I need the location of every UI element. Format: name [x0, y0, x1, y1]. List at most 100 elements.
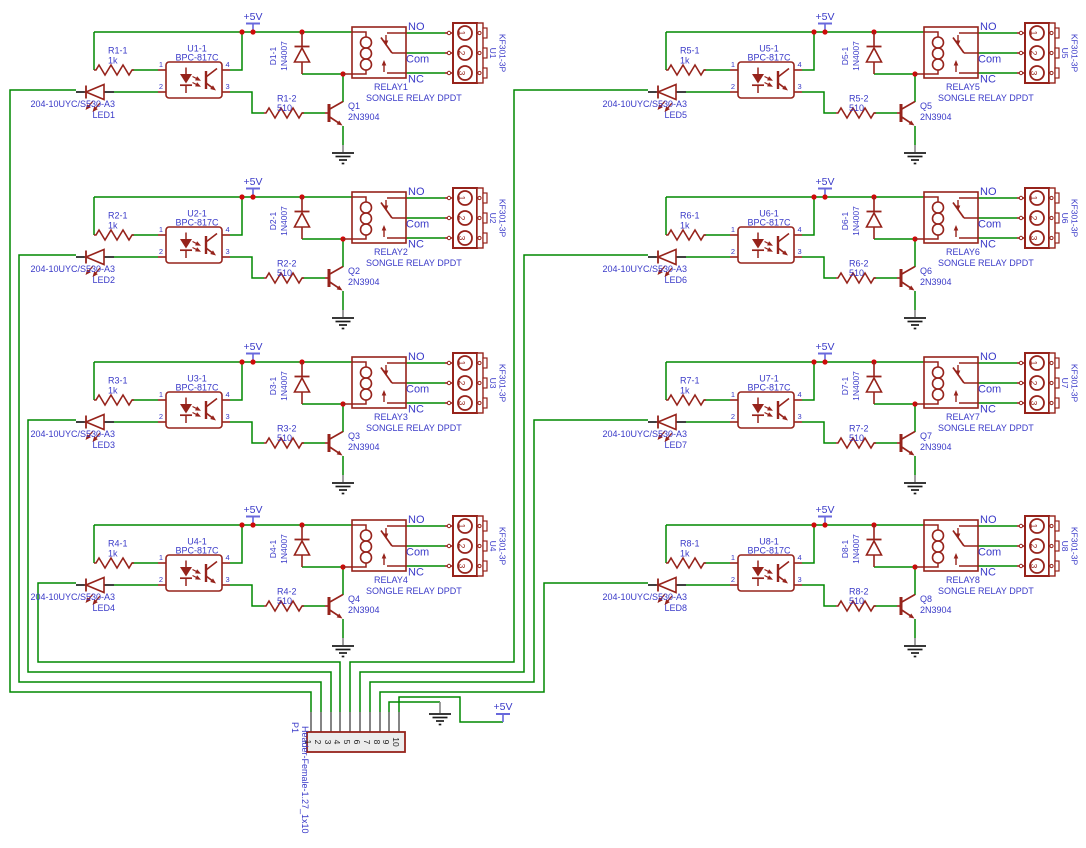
relay[interactable]: RELAY6SONGLE RELAY DPDT — [915, 192, 1034, 268]
ground-wire[interactable] — [389, 702, 440, 712]
npn-transistor[interactable]: Q82N3904 — [897, 594, 952, 619]
input-resistor[interactable]: R2-11k — [94, 211, 134, 241]
flyback-diode[interactable]: D4-11N4007 — [268, 525, 310, 567]
header-connector[interactable]: 12345678910P1Header-Female-1.27_1x10 — [290, 712, 405, 834]
terminal-block[interactable]: 123U4KF301-3P — [445, 516, 508, 576]
optocoupler[interactable]: 1243U1-1BPC-817C — [158, 44, 230, 99]
wire[interactable] — [802, 197, 814, 235]
optocoupler[interactable]: 1243U2-1BPC-817C — [158, 209, 230, 264]
terminal-block[interactable]: 123U7KF301-3P — [1017, 353, 1080, 413]
flyback-diode[interactable]: D8-11N4007 — [840, 525, 882, 567]
relay[interactable]: RELAY7SONGLE RELAY DPDT — [915, 357, 1034, 433]
wire[interactable] — [230, 422, 264, 443]
npn-transistor[interactable]: Q62N3904 — [897, 266, 952, 291]
relay[interactable]: RELAY5SONGLE RELAY DPDT — [915, 27, 1034, 103]
wire[interactable] — [802, 92, 836, 113]
control-wire[interactable] — [19, 255, 321, 712]
wire[interactable] — [230, 362, 242, 400]
terminal-pin-pad — [447, 544, 450, 547]
npn-transistor[interactable]: Q72N3904 — [897, 431, 952, 456]
flyback-diode[interactable]: D1-11N4007 — [268, 32, 310, 74]
power-flag-5v[interactable]: +5V — [244, 176, 263, 197]
flyback-diode[interactable]: D5-11N4007 — [840, 32, 882, 74]
power-wire[interactable] — [399, 697, 503, 722]
power-flag-5v[interactable]: +5V — [244, 341, 263, 362]
input-resistor[interactable]: R1-11k — [94, 46, 134, 76]
wire[interactable] — [230, 92, 264, 113]
base-resistor[interactable]: R7-2510 — [836, 424, 876, 449]
base-resistor[interactable]: R1-2510 — [264, 94, 304, 119]
terminal-block[interactable]: 123U3KF301-3P — [445, 353, 508, 413]
base-resistor[interactable]: R3-2510 — [264, 424, 304, 449]
wire[interactable] — [802, 32, 814, 70]
base-resistor[interactable]: R8-2510 — [836, 587, 876, 612]
flyback-diode[interactable]: D2-11N4007 — [268, 197, 310, 239]
relay[interactable]: RELAY2SONGLE RELAY DPDT — [343, 192, 462, 268]
relay[interactable]: RELAY4SONGLE RELAY DPDT — [343, 520, 462, 596]
wire[interactable] — [230, 257, 264, 278]
ground-icon[interactable] — [332, 318, 354, 329]
flyback-diode[interactable]: D7-11N4007 — [840, 362, 882, 404]
wire[interactable] — [802, 257, 836, 278]
terminal-block[interactable]: 123U1KF301-3P — [445, 23, 508, 83]
ground-icon[interactable] — [429, 714, 451, 725]
ground-icon[interactable] — [904, 646, 926, 657]
input-resistor[interactable]: R4-11k — [94, 539, 134, 569]
ground-icon[interactable] — [904, 153, 926, 164]
schematic-canvas[interactable]: +5V+5VR1-11k204-10UYC/S530-A3LED11243U1-… — [0, 0, 1086, 848]
terminal-block[interactable]: 123U6KF301-3P — [1017, 188, 1080, 248]
optocoupler[interactable]: 1243U4-1BPC-817C — [158, 537, 230, 592]
wire[interactable] — [802, 525, 814, 563]
wire[interactable] — [802, 422, 836, 443]
base-resistor[interactable]: R5-2510 — [836, 94, 876, 119]
wire[interactable] — [802, 362, 814, 400]
input-resistor[interactable]: R5-11k — [666, 46, 706, 76]
base-resistor[interactable]: R4-2510 — [264, 587, 304, 612]
power-flag-5v[interactable]: +5V — [244, 11, 263, 32]
control-wire[interactable] — [360, 255, 648, 712]
input-resistor[interactable]: R7-11k — [666, 376, 706, 406]
power-flag-5v[interactable]: +5V — [816, 176, 835, 197]
input-resistor[interactable]: R6-11k — [666, 211, 706, 241]
base-resistor[interactable]: R6-2510 — [836, 259, 876, 284]
control-wire[interactable] — [10, 90, 311, 712]
npn-transistor[interactable]: Q12N3904 — [325, 101, 380, 126]
relay[interactable]: RELAY3SONGLE RELAY DPDT — [343, 357, 462, 433]
optocoupler[interactable]: 1243U5-1BPC-817C — [730, 44, 802, 99]
flyback-diode[interactable]: D3-11N4007 — [268, 362, 310, 404]
optocoupler[interactable]: 1243U8-1BPC-817C — [730, 537, 802, 592]
power-flag-5v[interactable]: +5V — [816, 341, 835, 362]
input-resistor[interactable]: R3-11k — [94, 376, 134, 406]
ground-icon[interactable] — [332, 483, 354, 494]
wire[interactable] — [230, 197, 242, 235]
flyback-diode[interactable]: D6-11N4007 — [840, 197, 882, 239]
terminal-block[interactable]: 123U5KF301-3P — [1017, 23, 1080, 83]
npn-transistor[interactable]: Q32N3904 — [325, 431, 380, 456]
npn-transistor[interactable]: Q22N3904 — [325, 266, 380, 291]
power-flag-5v[interactable]: +5V — [816, 504, 835, 525]
wire[interactable] — [802, 585, 836, 606]
wire[interactable] — [230, 525, 242, 563]
input-resistor[interactable]: R8-11k — [666, 539, 706, 569]
wire[interactable] — [230, 585, 264, 606]
power-flag-5v[interactable]: +5V — [244, 504, 263, 525]
power-flag-5v[interactable]: +5V — [816, 11, 835, 32]
terminal-block[interactable]: 123U2KF301-3P — [445, 188, 508, 248]
ground-icon[interactable] — [332, 646, 354, 657]
ground-icon[interactable] — [904, 318, 926, 329]
optocoupler[interactable]: 1243U6-1BPC-817C — [730, 209, 802, 264]
power-flag-5v[interactable]: +5V — [494, 701, 513, 722]
terminal-block[interactable]: 123U8KF301-3P — [1017, 516, 1080, 576]
base-resistor[interactable]: R2-2510 — [264, 259, 304, 284]
optocoupler[interactable]: 1243U3-1BPC-817C — [158, 374, 230, 429]
value-label: 1k — [108, 221, 118, 231]
ground-icon[interactable] — [904, 483, 926, 494]
optocoupler[interactable]: 1243U7-1BPC-817C — [730, 374, 802, 429]
relay[interactable]: RELAY1SONGLE RELAY DPDT — [343, 27, 462, 103]
part-label: 1N4007 — [851, 371, 861, 401]
ground-icon[interactable] — [332, 153, 354, 164]
relay[interactable]: RELAY8SONGLE RELAY DPDT — [915, 520, 1034, 596]
npn-transistor[interactable]: Q42N3904 — [325, 594, 380, 619]
npn-transistor[interactable]: Q52N3904 — [897, 101, 952, 126]
wire[interactable] — [230, 32, 242, 70]
